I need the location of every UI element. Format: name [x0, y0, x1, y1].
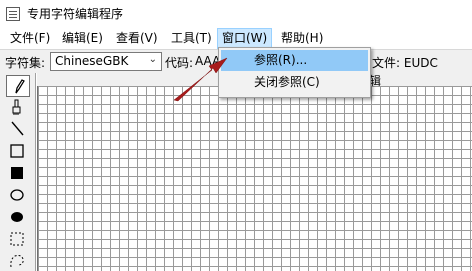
chevron-down-icon: ⌄: [148, 54, 157, 65]
hollow-rectangle-icon: [10, 144, 24, 158]
freeform-select-icon: [10, 254, 24, 268]
hollow-rectangle-tool[interactable]: [6, 141, 30, 163]
pencil-tool[interactable]: [6, 75, 30, 97]
hollow-ellipse-icon: [10, 189, 24, 201]
brush-tool[interactable]: [6, 97, 30, 119]
window-title: 专用字符编辑程序: [27, 7, 124, 21]
app-icon: [6, 7, 20, 21]
menu-file[interactable]: 文件(F): [5, 28, 55, 49]
code-label: 代码:: [165, 56, 194, 70]
window-menu-dropdown: 参照(R)... 关闭参照(C): [218, 47, 371, 98]
menu-view[interactable]: 查看(V): [111, 28, 163, 49]
rectangular-select-icon: [10, 232, 24, 246]
filled-ellipse-icon: [11, 212, 23, 222]
charset-value: ChineseGBK: [55, 54, 129, 68]
charset-select[interactable]: ChineseGBK ⌄: [50, 52, 162, 71]
charset-label: 字符集:: [5, 56, 46, 70]
menu-help[interactable]: 帮助(H): [276, 28, 328, 49]
pencil-icon: [15, 79, 25, 94]
rectangular-select-tool[interactable]: [6, 229, 30, 251]
menu-tools[interactable]: 工具(T): [166, 28, 217, 49]
edit-grid[interactable]: [37, 86, 472, 271]
file-label: 文件: EUDC: [372, 56, 438, 70]
hollow-ellipse-tool[interactable]: [6, 185, 30, 207]
filled-ellipse-tool[interactable]: [6, 207, 30, 229]
code-value: AAA: [195, 54, 221, 68]
line-tool[interactable]: [6, 119, 30, 141]
menu-item-reference[interactable]: 参照(R)...: [221, 50, 368, 71]
filled-rectangle-icon: [11, 167, 23, 179]
menu-item-close-reference[interactable]: 关闭参照(C): [221, 72, 368, 93]
title-bar: 专用字符编辑程序: [0, 0, 472, 28]
filled-rectangle-tool[interactable]: [6, 163, 30, 185]
menu-bar: 文件(F) 编辑(E) 查看(V) 工具(T) 窗口(W) 帮助(H): [0, 28, 472, 49]
freeform-select-tool[interactable]: [6, 251, 30, 271]
tool-palette: [0, 73, 36, 271]
menu-window[interactable]: 窗口(W): [217, 28, 273, 49]
brush-icon: [12, 99, 21, 115]
line-icon: [11, 121, 24, 136]
menu-edit[interactable]: 编辑(E): [57, 28, 108, 49]
